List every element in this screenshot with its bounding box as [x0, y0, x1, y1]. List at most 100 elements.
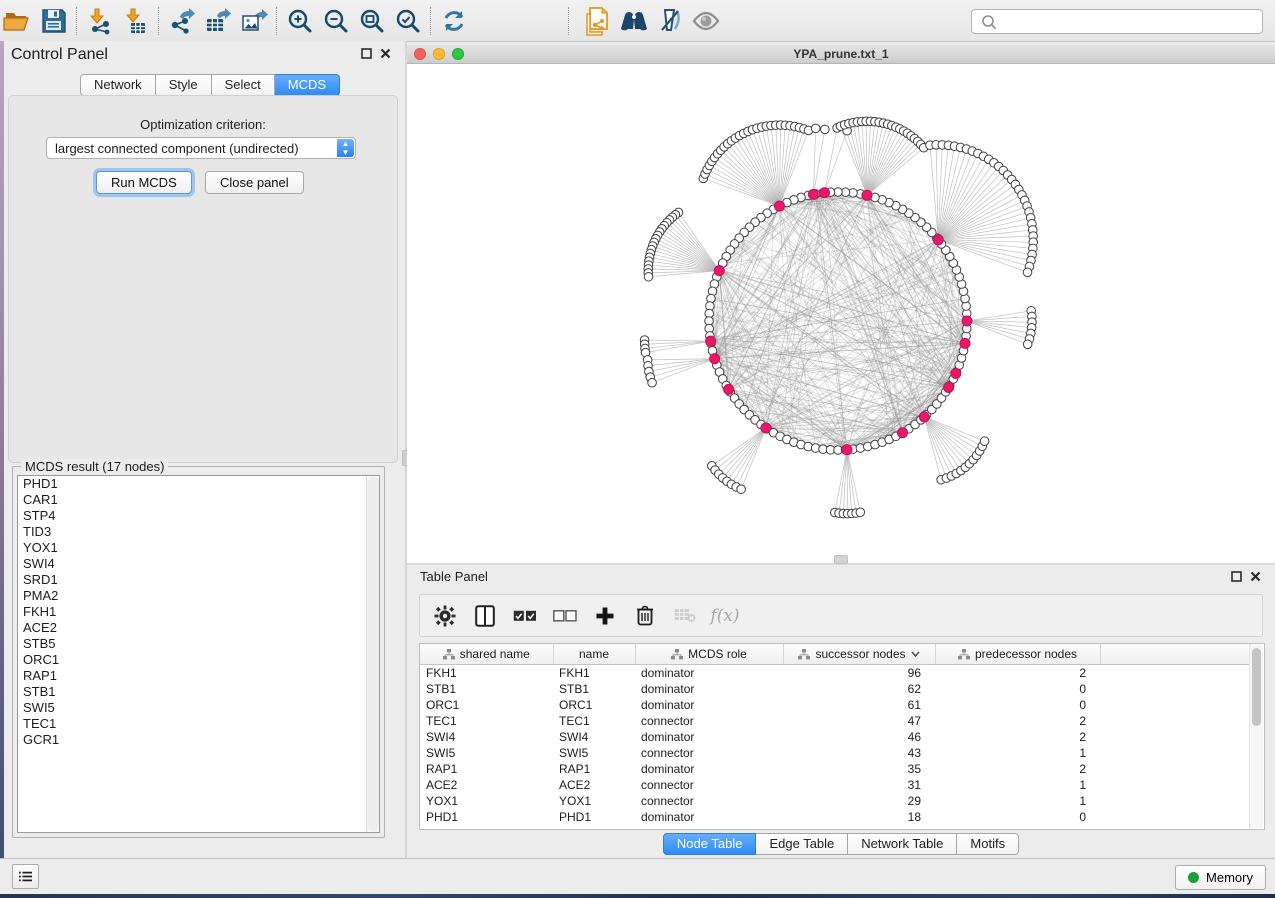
mcds-result-item[interactable]: ACE2: [18, 620, 379, 636]
table-cell[interactable]: 35: [783, 761, 935, 777]
table-cell[interactable]: 0: [935, 681, 1100, 697]
table-cell[interactable]: connector: [635, 777, 783, 793]
show-columns-button[interactable]: [468, 599, 502, 633]
memory-button[interactable]: Memory: [1175, 865, 1266, 890]
table-row[interactable]: ORC1ORC1dominator610: [420, 697, 1250, 713]
mcds-result-item[interactable]: ORC1: [18, 652, 379, 668]
table-cell[interactable]: 96: [783, 665, 935, 682]
table-cell[interactable]: 62: [783, 681, 935, 697]
import-table-button[interactable]: [118, 4, 154, 38]
mcds-hub-node[interactable]: [761, 423, 771, 433]
network-leaf-node[interactable]: [856, 508, 865, 517]
export-table-button[interactable]: [200, 4, 236, 38]
mcds-result-item[interactable]: SRD1: [18, 572, 379, 588]
mcds-hub-node[interactable]: [706, 336, 716, 346]
search-input[interactable]: [1000, 9, 1262, 34]
float-table-panel-icon[interactable]: [1231, 571, 1242, 582]
mcds-result-item[interactable]: PHD1: [18, 476, 379, 492]
optimization-criterion-select[interactable]: largest connected component (undirected)…: [46, 137, 356, 159]
mcds-hub-node[interactable]: [842, 445, 852, 455]
mcds-hub-node[interactable]: [944, 382, 954, 392]
table-cell[interactable]: 43: [783, 745, 935, 761]
delete-table-button[interactable]: [668, 599, 702, 633]
search-field[interactable]: [971, 9, 1263, 34]
mcds-result-item[interactable]: STB1: [18, 684, 379, 700]
tab-network[interactable]: Network: [80, 74, 156, 96]
table-row[interactable]: PHD1PHD1dominator180: [420, 809, 1250, 825]
delete-column-button[interactable]: [628, 599, 662, 633]
table-cell[interactable]: 31: [783, 777, 935, 793]
table-cell[interactable]: 0: [935, 697, 1100, 713]
table-row[interactable]: SWI4SWI4dominator462: [420, 729, 1250, 745]
table-cell[interactable]: RAP1: [420, 761, 553, 777]
mcds-hub-node[interactable]: [898, 428, 908, 438]
table-cell[interactable]: SWI5: [553, 745, 635, 761]
column-header-mcds-role[interactable]: MCDS role: [635, 644, 783, 665]
table-cell[interactable]: FKH1: [420, 665, 553, 682]
share-document-button[interactable]: [580, 4, 616, 38]
mcds-result-item[interactable]: FKH1: [18, 604, 379, 620]
table-cell[interactable]: 18: [783, 809, 935, 825]
task-history-button[interactable]: [12, 864, 39, 889]
table-row[interactable]: RAP1RAP1dominator352: [420, 761, 1250, 777]
network-leaf-node[interactable]: [1023, 340, 1032, 349]
table-cell[interactable]: 61: [783, 697, 935, 713]
close-table-panel-icon[interactable]: [1250, 571, 1261, 582]
table-cell[interactable]: SWI4: [420, 729, 553, 745]
table-cell[interactable]: ORC1: [420, 697, 553, 713]
mcds-result-item[interactable]: YOX1: [18, 540, 379, 556]
binoculars-button[interactable]: [616, 4, 652, 38]
column-header-shared-name[interactable]: shared name: [420, 644, 553, 665]
eye-button[interactable]: [688, 4, 724, 38]
table-cell[interactable]: PHD1: [420, 809, 553, 825]
mcds-hub-node[interactable]: [724, 384, 734, 394]
mcds-result-item[interactable]: RAP1: [18, 668, 379, 684]
mcds-result-list[interactable]: PHD1CAR1STP4TID3YOX1SWI4SRD1PMA2FKH1ACE2…: [17, 475, 380, 833]
table-cell[interactable]: 2: [935, 665, 1100, 682]
tab-edge-table[interactable]: Edge Table: [756, 833, 848, 855]
mcds-result-item[interactable]: CAR1: [18, 492, 379, 508]
mcds-hub-node[interactable]: [960, 338, 970, 348]
table-cell[interactable]: ACE2: [553, 777, 635, 793]
mcds-result-item[interactable]: PMA2: [18, 588, 379, 604]
column-header-name[interactable]: name: [553, 644, 635, 665]
mcds-hub-node[interactable]: [933, 235, 943, 245]
network-leaf-node[interactable]: [737, 485, 746, 494]
mcds-result-item[interactable]: TID3: [18, 524, 379, 540]
close-panel-icon[interactable]: [380, 48, 391, 59]
mcds-result-item[interactable]: TEC1: [18, 716, 379, 732]
table-cell[interactable]: 29: [783, 793, 935, 809]
table-cell[interactable]: 1: [935, 745, 1100, 761]
zoom-out-button[interactable]: [318, 4, 354, 38]
table-cell[interactable]: dominator: [635, 809, 783, 825]
tab-style[interactable]: Style: [156, 74, 212, 96]
table-cell[interactable]: YOX1: [420, 793, 553, 809]
mcds-hub-node[interactable]: [919, 412, 929, 422]
mcds-hub-node[interactable]: [714, 266, 724, 276]
select-all-rows-button[interactable]: [508, 599, 542, 633]
table-row[interactable]: TEC1TEC1connector472: [420, 713, 1250, 729]
mcds-result-item[interactable]: SWI5: [18, 700, 379, 716]
network-canvas[interactable]: [407, 63, 1275, 563]
float-panel-icon[interactable]: [361, 48, 372, 59]
import-network-button[interactable]: [82, 4, 118, 38]
table-cell[interactable]: PHD1: [553, 809, 635, 825]
table-cell[interactable]: connector: [635, 713, 783, 729]
export-network-button[interactable]: [164, 4, 200, 38]
table-row[interactable]: YOX1YOX1connector291: [420, 793, 1250, 809]
table-cell[interactable]: SWI4: [553, 729, 635, 745]
sort-chevron-icon[interactable]: [911, 651, 920, 657]
tab-motifs[interactable]: Motifs: [957, 833, 1019, 855]
horizontal-splitter-handle[interactable]: [834, 555, 848, 564]
table-cell[interactable]: dominator: [635, 761, 783, 777]
mcds-hub-node[interactable]: [951, 368, 961, 378]
table-cell[interactable]: 2: [935, 713, 1100, 729]
mcds-result-item[interactable]: STB5: [18, 636, 379, 652]
table-row[interactable]: FKH1FKH1dominator962: [420, 665, 1250, 682]
zoom-fit-button[interactable]: [354, 4, 390, 38]
tab-mcds[interactable]: MCDS: [275, 74, 340, 96]
table-cell[interactable]: STB1: [420, 681, 553, 697]
table-cell[interactable]: TEC1: [420, 713, 553, 729]
network-leaf-node[interactable]: [811, 124, 820, 133]
column-header-successor-nodes[interactable]: successor nodes: [783, 644, 935, 665]
